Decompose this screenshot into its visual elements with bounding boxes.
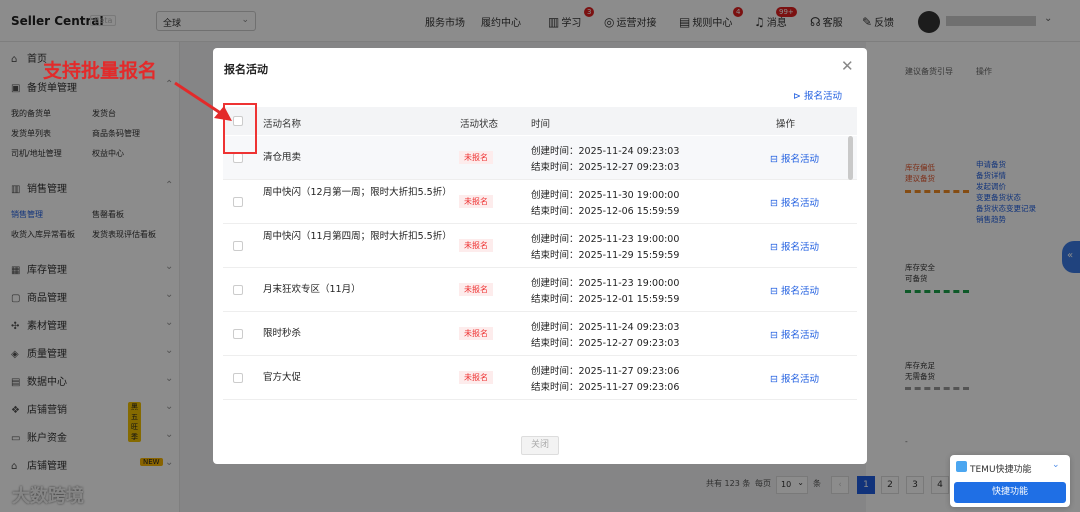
signup-label: 报名活动 — [780, 242, 819, 253]
table-scrollbar[interactable] — [848, 136, 853, 180]
status-badge: 未报名 — [459, 371, 493, 384]
form-icon: ⊟ — [770, 154, 781, 165]
row-checkbox[interactable] — [233, 373, 243, 383]
form-icon: ⊟ — [770, 286, 781, 297]
modal-title: 报名活动 — [224, 63, 268, 76]
send-icon: ⊳ — [793, 91, 804, 102]
row-checkbox[interactable] — [233, 285, 243, 295]
created-time: 创建时间：2025-11-30 19:00:00 — [531, 190, 680, 201]
end-time: 结束时间：2025-12-01 15:59:59 — [531, 294, 680, 305]
temu-icon — [956, 461, 967, 472]
signup-link[interactable]: ⊟ 报名活动 — [770, 283, 819, 297]
status-badge: 未报名 — [459, 283, 493, 296]
quick-functions-title: TEMU快捷功能 — [970, 465, 1032, 475]
form-icon: ⊟ — [770, 374, 781, 385]
created-time: 创建时间：2025-11-24 09:23:03 — [531, 322, 680, 333]
end-time: 结束时间：2025-12-06 15:59:59 — [531, 206, 680, 217]
batch-signup-label: 报名活动 — [803, 91, 842, 102]
activity-name: 周中快闪（12月第一周；限时大折扣5.5折） — [263, 187, 452, 198]
signup-link[interactable]: ⊟ 报名活动 — [770, 195, 819, 209]
form-icon: ⊟ — [770, 330, 781, 341]
row-checkbox[interactable] — [233, 153, 243, 163]
end-time: 结束时间：2025-12-27 09:23:03 — [531, 162, 680, 173]
signup-label: 报名活动 — [780, 154, 819, 165]
column-header-actions: 操作 — [776, 119, 796, 130]
row-checkbox[interactable] — [233, 197, 243, 207]
form-icon: ⊟ — [770, 198, 781, 209]
signup-label: 报名活动 — [780, 374, 819, 385]
created-time: 创建时间：2025-11-27 09:23:06 — [531, 366, 680, 377]
created-time: 创建时间：2025-11-23 19:00:00 — [531, 234, 680, 245]
row-checkbox[interactable] — [233, 241, 243, 251]
table-row: 限时秒杀 未报名 创建时间：2025-11-24 09:23:03 结束时间：2… — [223, 312, 857, 356]
status-badge: 未报名 — [459, 151, 493, 164]
column-header-status: 活动状态 — [460, 119, 499, 130]
row-checkbox[interactable] — [233, 329, 243, 339]
table-row: 清仓甩卖 未报名 创建时间：2025-11-24 09:23:03 结束时间：2… — [223, 136, 857, 180]
signup-link[interactable]: ⊟ 报名活动 — [770, 151, 819, 165]
table-header: 活动名称 活动状态 时间 操作 — [223, 107, 857, 135]
annotation-arrow-icon — [174, 81, 232, 121]
table-row: 周中快闪（12月第一周；限时大折扣5.5折） 未报名 创建时间：2025-11-… — [223, 180, 857, 224]
quick-functions-widget: TEMU快捷功能 ⌄ 快捷功能 — [950, 455, 1070, 507]
close-icon[interactable]: ✕ — [841, 57, 854, 75]
close-button[interactable]: 关闭 — [521, 436, 559, 455]
end-time: 结束时间：2025-12-27 09:23:03 — [531, 338, 680, 349]
activity-name: 周中快闪（11月第四周；限时大折扣5.5折） — [263, 231, 452, 242]
end-time: 结束时间：2025-11-29 15:59:59 — [531, 250, 680, 261]
created-time: 创建时间：2025-11-24 09:23:03 — [531, 146, 680, 157]
activity-signup-modal: 报名活动 ✕ ⊳ 报名活动 活动名称 活动状态 时间 操作 清仓甩卖 未报名 创… — [213, 48, 867, 464]
table-row-partial — [223, 400, 857, 416]
collapse-icon[interactable]: ⌄ — [1052, 460, 1060, 470]
table-row: 周中快闪（11月第四周；限时大折扣5.5折） 未报名 创建时间：2025-11-… — [223, 224, 857, 268]
signup-link[interactable]: ⊟ 报名活动 — [770, 371, 819, 385]
table-row: 月末狂欢专区（11月） 未报名 创建时间：2025-11-23 19:00:00… — [223, 268, 857, 312]
column-header-time: 时间 — [531, 119, 551, 130]
created-time: 创建时间：2025-11-23 19:00:00 — [531, 278, 680, 289]
status-badge: 未报名 — [459, 327, 493, 340]
signup-label: 报名活动 — [780, 330, 819, 341]
status-badge: 未报名 — [459, 239, 493, 252]
quick-functions-button[interactable]: 快捷功能 — [954, 482, 1066, 503]
activity-name: 月末狂欢专区（11月） — [263, 284, 361, 295]
form-icon: ⊟ — [770, 242, 781, 253]
signup-link[interactable]: ⊟ 报名活动 — [770, 327, 819, 341]
activity-name: 限时秒杀 — [263, 328, 302, 339]
batch-signup-button[interactable]: ⊳ 报名活动 — [793, 88, 842, 102]
signup-link[interactable]: ⊟ 报名活动 — [770, 239, 819, 253]
annotation-label: 支持批量报名 — [43, 60, 158, 82]
table-row: 官方大促 未报名 创建时间：2025-11-27 09:23:06 结束时间：2… — [223, 356, 857, 400]
column-header-name: 活动名称 — [263, 119, 302, 130]
activity-name: 清仓甩卖 — [263, 152, 302, 163]
activity-name: 官方大促 — [263, 372, 302, 383]
status-badge: 未报名 — [459, 195, 493, 208]
signup-label: 报名活动 — [780, 286, 819, 297]
signup-label: 报名活动 — [780, 198, 819, 209]
end-time: 结束时间：2025-11-27 09:23:06 — [531, 382, 680, 393]
